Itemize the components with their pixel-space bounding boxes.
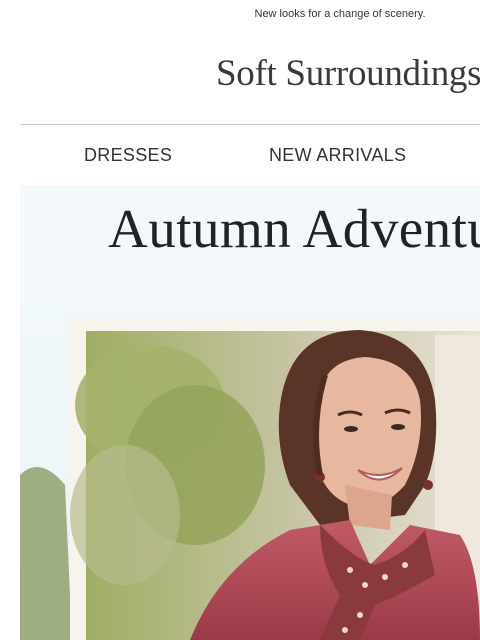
nav-item-new-arrivals[interactable]: NEW ARRIVALS xyxy=(269,145,406,166)
header-divider xyxy=(20,124,480,125)
main-nav: DRESSES NEW ARRIVALS xyxy=(0,145,480,167)
brand-name: Soft Surroundings xyxy=(216,53,480,94)
nav-item-dresses[interactable]: DRESSES xyxy=(84,145,172,166)
brand-logo[interactable]: Soft Surroundings® xyxy=(216,52,480,95)
hero-title: Autumn Adventu xyxy=(108,198,480,259)
hero-banner[interactable]: Autumn Adventu xyxy=(20,185,480,640)
preheader-text: New looks for a change of scenery. xyxy=(254,8,426,20)
foliage-left xyxy=(20,467,72,640)
